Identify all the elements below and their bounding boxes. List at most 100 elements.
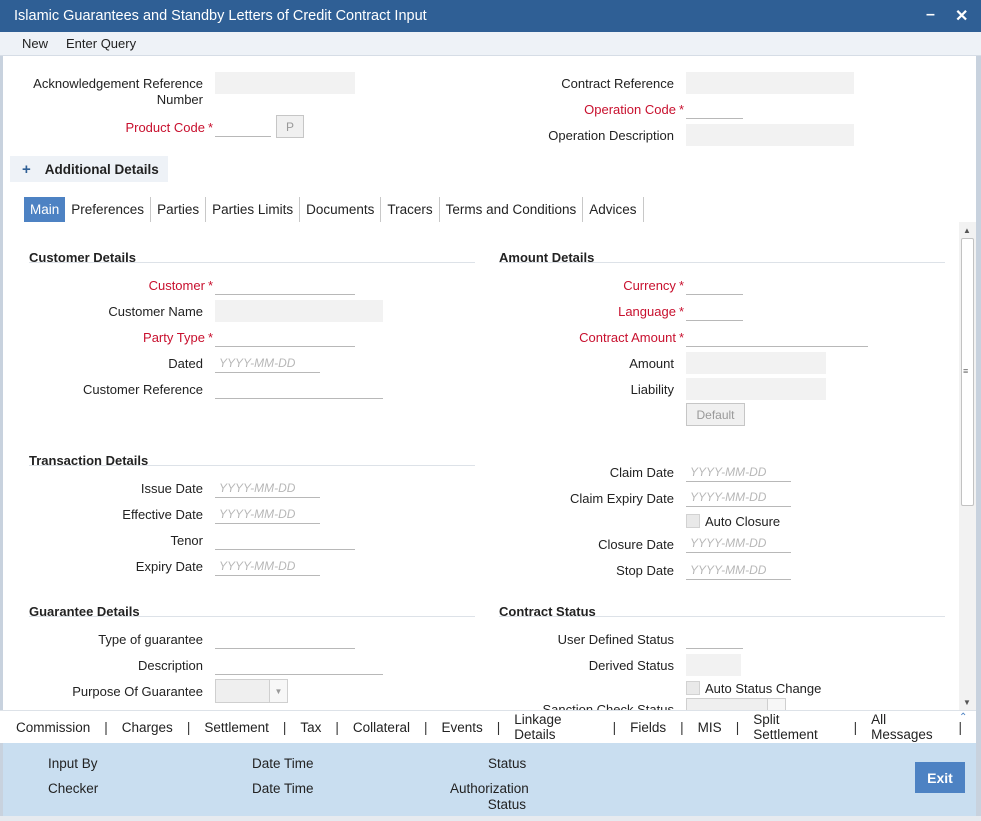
default-button[interactable]: Default — [686, 403, 745, 426]
tenor-input[interactable] — [215, 530, 355, 550]
link-all-messages[interactable]: All Messages — [871, 712, 944, 742]
ack-ref-label-line1: Acknowledgement Reference — [33, 76, 203, 91]
required-star: * — [678, 330, 684, 345]
tab-advices[interactable]: Advices — [583, 197, 644, 222]
additional-details-label: Additional Details — [44, 161, 159, 177]
additional-details-toggle[interactable]: + Additional Details — [10, 156, 168, 182]
operation-desc-input[interactable] — [686, 124, 854, 146]
amount-input[interactable] — [686, 352, 826, 374]
issue-date-label: Issue Date — [140, 481, 203, 496]
ack-ref-label-line2: Number — [156, 92, 203, 107]
checker-date-time-label: Date Time — [252, 781, 314, 796]
derived-status-input[interactable] — [686, 654, 741, 676]
type-of-guarantee-input[interactable] — [215, 629, 355, 649]
liability-input[interactable] — [686, 378, 826, 400]
customer-details-divider — [29, 262, 475, 263]
customer-reference-input[interactable] — [215, 379, 383, 399]
date-placeholder: YYYY-MM-DD — [219, 507, 296, 521]
link-separator: | — [423, 719, 428, 735]
required-star: * — [678, 102, 684, 117]
stop-date-label: Stop Date — [616, 563, 674, 578]
link-collateral[interactable]: Collateral — [353, 720, 410, 735]
exit-button[interactable]: Exit — [915, 762, 965, 793]
sanction-check-status-select[interactable] — [686, 698, 786, 710]
contract-amount-input[interactable] — [686, 327, 868, 347]
collapse-up-icon[interactable]: ⌃ — [959, 712, 967, 723]
purpose-of-guarantee-select[interactable]: ▼ — [215, 679, 288, 703]
link-split-settlement[interactable]: Split Settlement — [753, 712, 839, 742]
currency-text: Currency — [623, 278, 676, 293]
scroll-up-icon[interactable]: ▲ — [963, 226, 971, 235]
link-mis[interactable]: MIS — [698, 720, 722, 735]
window-title-bar: Islamic Guarantees and Standby Letters o… — [0, 0, 981, 32]
link-separator: | — [496, 719, 501, 735]
date-placeholder: YYYY-MM-DD — [219, 481, 296, 495]
auto-status-change-checkbox[interactable] — [686, 681, 700, 695]
contract-ref-input[interactable] — [686, 72, 854, 94]
tab-tracers[interactable]: Tracers — [381, 197, 440, 222]
customer-text: Customer — [148, 278, 205, 293]
operation-code-text: Operation Code — [584, 102, 676, 117]
claim-expiry-date-label: Claim Expiry Date — [569, 491, 674, 506]
tab-documents[interactable]: Documents — [300, 197, 382, 222]
operation-code-input[interactable] — [686, 99, 743, 119]
language-input[interactable] — [686, 301, 743, 321]
window-bottom-edge — [0, 816, 981, 821]
menu-new[interactable]: New — [22, 36, 48, 51]
user-defined-status-input[interactable] — [686, 629, 743, 649]
link-linkage-details[interactable]: Linkage Details — [514, 712, 598, 742]
dated-input[interactable]: YYYY-MM-DD — [215, 353, 320, 373]
customer-name-input[interactable] — [215, 300, 383, 322]
expiry-date-input[interactable]: YYYY-MM-DD — [215, 556, 320, 576]
user-defined-status-label: User Defined Status — [557, 632, 674, 647]
tenor-label: Tenor — [170, 533, 203, 548]
link-events[interactable]: Events — [441, 720, 482, 735]
link-commission[interactable]: Commission — [16, 720, 90, 735]
currency-label: Currency * — [500, 278, 684, 294]
menu-enter-query[interactable]: Enter Query — [66, 36, 136, 51]
effective-date-input[interactable]: YYYY-MM-DD — [215, 504, 320, 524]
ack-ref-input[interactable] — [215, 72, 355, 94]
amount-label: Amount — [629, 356, 674, 371]
contract-amount-label: Contract Amount * — [500, 330, 684, 346]
tab-preferences[interactable]: Preferences — [65, 197, 152, 222]
tab-parties-limits[interactable]: Parties Limits — [206, 197, 301, 222]
currency-input[interactable] — [686, 275, 743, 295]
product-lookup-button[interactable]: P — [276, 115, 304, 138]
link-settlement[interactable]: Settlement — [204, 720, 269, 735]
link-separator: | — [735, 719, 740, 735]
tab-parties[interactable]: Parties — [151, 197, 207, 222]
date-placeholder: YYYY-MM-DD — [690, 465, 767, 479]
link-tax[interactable]: Tax — [300, 720, 321, 735]
claim-expiry-date-input[interactable]: YYYY-MM-DD — [686, 487, 791, 507]
tab-main[interactable]: Main — [24, 197, 66, 222]
party-type-label: Party Type * — [14, 330, 213, 346]
stop-date-input[interactable]: YYYY-MM-DD — [686, 560, 791, 580]
party-type-input[interactable] — [215, 327, 355, 347]
link-separator: | — [186, 719, 191, 735]
minimize-icon[interactable]: – — [926, 6, 935, 24]
scroll-grip-icon: ≡ — [963, 366, 969, 376]
link-separator: | — [680, 719, 684, 735]
closure-date-input[interactable]: YYYY-MM-DD — [686, 533, 791, 553]
expand-plus-icon: + — [22, 160, 31, 178]
link-fields[interactable]: Fields — [630, 720, 666, 735]
claim-date-label: Claim Date — [609, 465, 674, 480]
product-code-input[interactable] — [215, 117, 271, 137]
tab-terms-and-conditions[interactable]: Terms and Conditions — [440, 197, 584, 222]
required-star: * — [207, 330, 213, 345]
date-time-label: Date Time — [252, 756, 314, 771]
link-charges[interactable]: Charges — [122, 720, 173, 735]
auto-status-change-label: Auto Status Change — [705, 681, 822, 696]
link-separator: | — [335, 719, 339, 735]
customer-input[interactable] — [215, 275, 355, 295]
auto-closure-checkbox[interactable] — [686, 514, 700, 528]
close-icon[interactable]: ✕ — [955, 6, 968, 26]
frame-left-border — [0, 56, 3, 816]
authorization-line2: Status — [487, 797, 526, 812]
required-star: * — [678, 304, 684, 319]
claim-date-input[interactable]: YYYY-MM-DD — [686, 462, 791, 482]
contract-status-divider — [499, 616, 945, 617]
issue-date-input[interactable]: YYYY-MM-DD — [215, 478, 320, 498]
description-input[interactable] — [215, 655, 383, 675]
